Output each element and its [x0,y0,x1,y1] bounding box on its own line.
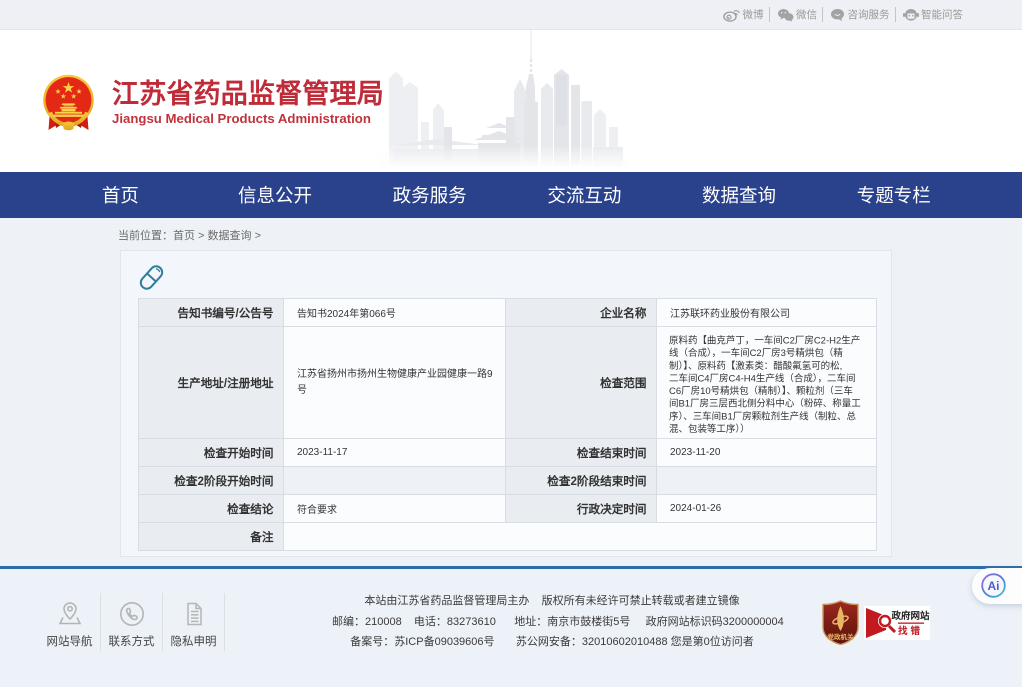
svg-text:党政机关: 党政机关 [828,632,855,641]
svg-text:Ai: Ai [988,579,1000,593]
svg-text:找错: 找错 [898,625,923,637]
svg-text:政府网站: 政府网站 [891,610,930,622]
